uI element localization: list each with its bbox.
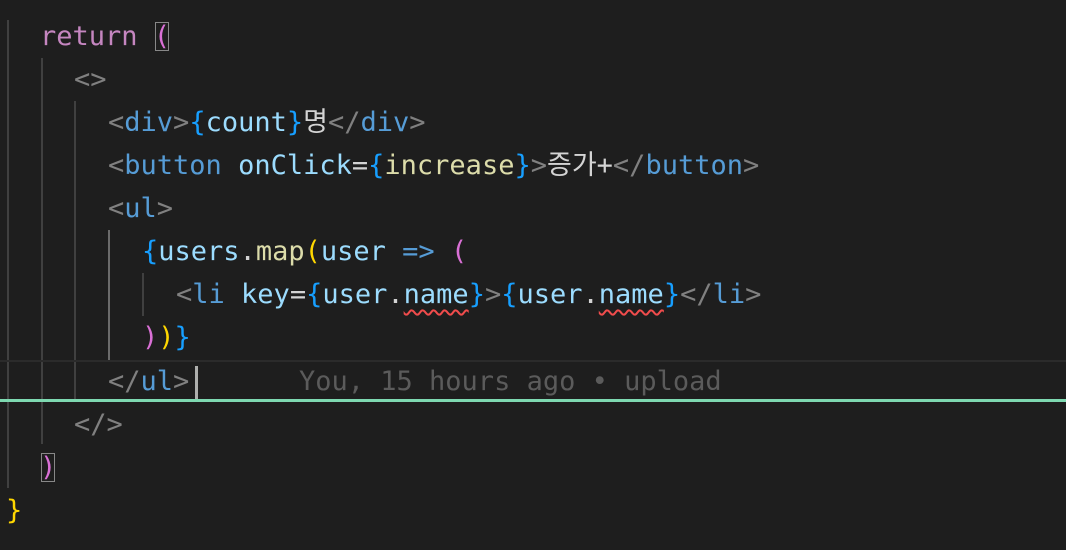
dot: . [387,279,404,310]
tag-button: button [645,150,743,181]
tag-li: li [192,279,225,310]
tag-bracket: </ [108,366,141,397]
close-paren-matched: ) [40,452,57,483]
text-cursor [195,366,198,402]
attribute-key: key [241,279,290,310]
fragment-open: <> [74,64,107,95]
tag-bracket: < [108,193,125,224]
variable-user: user [517,279,583,310]
tag-bracket: </ [612,150,646,181]
paren: ) [142,322,159,353]
code-line[interactable]: ) [0,446,1066,489]
paren: ( [304,236,321,267]
jsx-text: 증가+ [546,150,613,181]
brace: { [306,279,323,310]
attribute-onclick: onClick [238,150,352,181]
property-name-error[interactable]: name [404,279,469,310]
tag-bracket: </ [680,279,713,310]
tag-bracket: > [173,107,190,138]
code-line[interactable]: } [0,489,1066,532]
dot: . [582,279,599,310]
code-line[interactable]: <ul> [0,187,1066,230]
paren: ( [450,236,468,267]
arrow-operator: => [402,236,435,267]
tag-bracket: > [173,366,190,397]
tag-div: div [360,107,410,138]
tag-li: li [712,279,746,310]
brace: { [368,150,385,181]
brace: { [189,107,206,138]
brace: { [142,236,159,267]
function-map: map [255,236,305,267]
code-line[interactable]: <button onClick={increase}>증가+</button> [0,144,1066,187]
tag-bracket: > [409,107,426,138]
code-line-current[interactable]: </ul> You, 15 hours ago • upload [0,360,1066,403]
paren: ) [158,322,175,353]
code-line[interactable]: <div>{count}명</div> [0,101,1066,144]
dot: . [239,236,256,267]
closing-brace: } [6,495,23,526]
tag-bracket: > [484,279,502,310]
param-user: user [320,236,386,267]
tag-div: div [124,107,174,138]
variable-users: users [158,236,240,267]
tag-bracket: > [156,193,174,224]
tag-ul: ul [140,366,174,397]
brace: } [663,279,681,310]
code-line[interactable]: <> [0,58,1066,101]
diff-added-indicator [0,399,1066,402]
brace: } [468,279,485,310]
tag-bracket: > [530,150,547,181]
tag-button: button [124,150,222,181]
code-line[interactable]: </> [0,403,1066,446]
variable-user: user [322,279,388,310]
open-paren-matched: ( [153,21,171,52]
brace: } [286,107,304,138]
function-increase: increase [384,150,515,181]
brace: { [501,279,518,310]
code-line[interactable]: <li key={user.name}>{user.name}</li> [0,273,1066,316]
code-line[interactable]: return ( [0,15,1066,58]
tag-bracket: < [108,107,125,138]
tag-bracket: > [742,150,760,181]
tag-ul: ul [124,193,157,224]
tag-bracket: </ [327,107,361,138]
keyword-return: return [40,21,138,52]
tag-bracket: < [108,150,125,181]
tag-bracket: > [745,279,762,310]
brace: } [174,322,191,353]
brace: } [514,150,531,181]
variable-count: count [205,107,287,138]
property-name-error[interactable]: name [599,279,664,310]
equals: = [289,279,307,310]
code-editor[interactable]: return ( <> <div>{count}명</div> <button … [0,0,1066,550]
git-blame-annotation[interactable]: You, 15 hours ago • upload [299,360,722,403]
equals: = [351,150,369,181]
jsx-text: 명 [303,107,328,138]
code-line[interactable]: ))} [0,316,1066,359]
code-line[interactable]: {users.map(user => ( [0,230,1066,273]
tag-bracket: < [176,279,193,310]
fragment-close: </> [74,409,123,440]
